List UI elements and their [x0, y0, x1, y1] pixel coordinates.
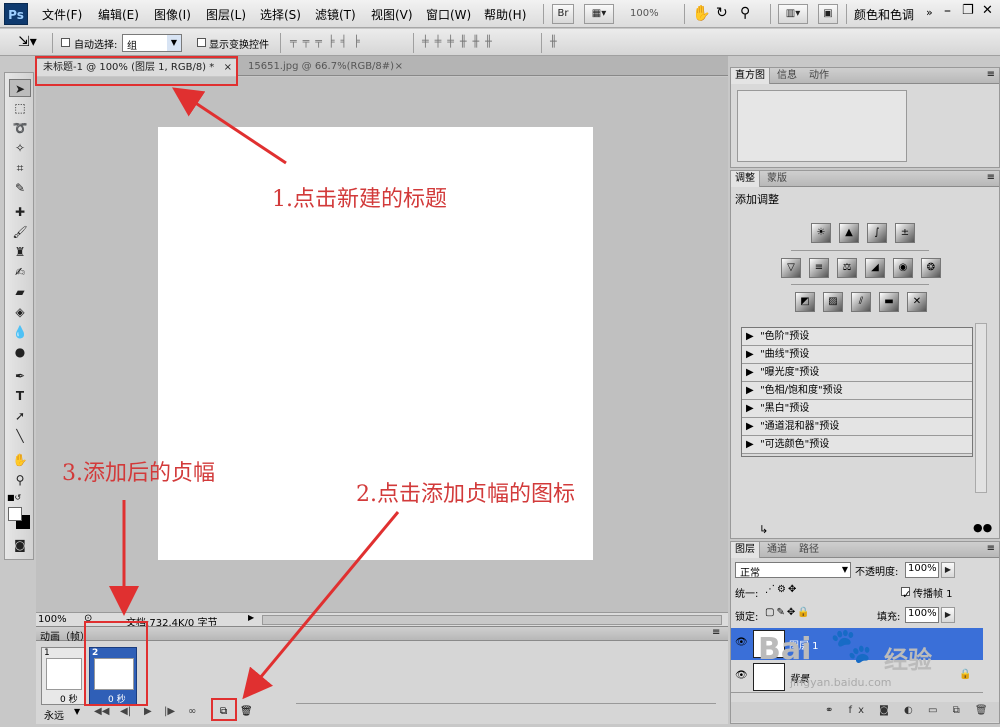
annotation-arrows — [109, 87, 400, 700]
watermark-brand-2: 经验 — [884, 646, 932, 674]
watermark-url: jingyan.baidu.com — [790, 676, 892, 689]
annotation-step-2: 2.点击添加贞幅的图标 — [356, 482, 575, 507]
paw-icon: 🐾 — [830, 626, 873, 666]
annotation-step-3: 3.添加后的贞幅 — [62, 461, 215, 486]
annotation-step-1: 1.点击新建的标题 — [272, 187, 447, 212]
watermark-brand: Bai — [758, 632, 812, 667]
